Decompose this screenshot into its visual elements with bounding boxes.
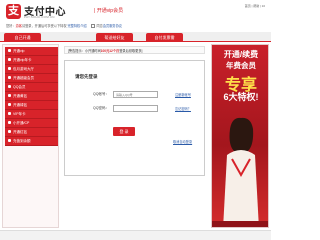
menu-dot-icon <box>8 121 11 124</box>
sidebar-item[interactable]: 开通红钻 <box>5 128 58 137</box>
menu-dot-icon <box>8 103 11 106</box>
sidebar-item-label: 开通绿钻 <box>13 103 27 107</box>
login-button[interactable]: 登 录 <box>113 127 135 136</box>
menu-dot-icon <box>8 58 11 61</box>
notice-text: [警告提示：小开通时间 <box>68 49 101 53</box>
slogan: | 开通vip会员 <box>94 8 124 14</box>
notice-bar: [警告提示：小开通时间100元12个月登录后领取更多] <box>64 46 205 54</box>
userbar-text: 请登录，开通后可享受以下特权 <box>21 24 67 28</box>
sidebar: 开通vip 开通vip年卡 包月游戏大厅 开通超级会员 QQ会员 开通黄钻 开通… <box>2 44 59 228</box>
promo-banner[interactable]: 开通/续费 年费会员 专享 6大特权! <box>211 44 269 228</box>
agreement-link[interactable]: 会员服务协议 <box>103 24 122 28</box>
cancel-auto-login-link[interactable]: 取消自动登录 <box>173 139 192 144</box>
sidebar-item[interactable]: 小开通/CP <box>5 119 58 128</box>
menu-dot-icon <box>8 112 11 115</box>
promo-line2: 年费会员 <box>226 61 256 70</box>
user-bar: 您好：游客请登录，开通后可享受以下特权 完整特权介绍 同意会员服务协议 <box>0 22 271 31</box>
menu-dot-icon <box>8 67 11 70</box>
top-nav: 自己开通 帮送给好友 自付发票需 <box>0 32 271 42</box>
menu-dot-icon <box>8 139 11 142</box>
privileges-link[interactable]: 完整特权介绍 <box>67 24 86 28</box>
login-title: 请您先登录 <box>75 74 98 79</box>
tab-gift[interactable]: 帮送给好友 <box>96 33 133 42</box>
promo-model-image <box>223 117 259 227</box>
notice-highlight: 100元12个月 <box>100 49 120 53</box>
sidebar-item[interactable]: 开通超级会员 <box>5 74 58 83</box>
menu-dot-icon <box>8 130 11 133</box>
sidebar-item-label: QQ会员 <box>13 85 26 89</box>
login-panel: 请您先登录 QQ帐号： 注册新帐号 QQ密码： 忘记密码？ 登 录 取消自动登录 <box>64 60 205 176</box>
sidebar-item[interactable]: 开通vip <box>5 47 58 56</box>
password-label: QQ密码： <box>93 106 109 110</box>
sidebar-item-label: 包月游戏大厅 <box>13 67 34 71</box>
account-label: QQ帐号： <box>93 92 109 96</box>
register-link[interactable]: 注册新帐号 <box>175 92 191 97</box>
greeting: 您好： <box>6 24 16 28</box>
agree-checkbox[interactable] <box>91 23 96 28</box>
sidebar-item[interactable]: QQ会员 <box>5 83 58 92</box>
main-content: [警告提示：小开通时间100元12个月登录后领取更多] 请您先登录 QQ帐号： … <box>62 44 207 228</box>
sidebar-item[interactable]: 充值到余额 <box>5 137 58 146</box>
sidebar-item[interactable]: 开通黄钻 <box>5 92 58 101</box>
promo-discount: 6大特权! <box>223 92 259 102</box>
sidebar-item-label: VIP年卡 <box>13 112 26 116</box>
menu-dot-icon <box>8 76 11 79</box>
tab-self[interactable]: 自己开通 <box>4 33 41 42</box>
promo-bottom-strip <box>212 221 268 227</box>
sidebar-item-label: 开通超级会员 <box>13 76 34 80</box>
top-links[interactable]: 首页 | 帮助 | 10 <box>245 4 265 8</box>
sidebar-item-label: 小开通/CP <box>13 121 30 125</box>
password-input[interactable] <box>113 105 158 112</box>
sidebar-item[interactable]: 包月游戏大厅 <box>5 65 58 74</box>
promo-line1: 开通/续费 <box>223 50 259 59</box>
account-input[interactable] <box>113 91 158 98</box>
tab-invoice[interactable]: 自付发票需 <box>146 33 183 42</box>
footer <box>0 230 271 240</box>
menu-dot-icon <box>8 49 11 52</box>
sidebar-item-label: 开通vip年卡 <box>13 58 32 62</box>
site-subtitle: PAY.SOHU.COM.CN <box>24 15 55 19</box>
sidebar-item-label: 开通红钻 <box>13 130 27 134</box>
wallet-logo-icon[interactable]: 支 <box>6 4 21 19</box>
forgot-password-link[interactable]: 忘记密码？ <box>175 106 191 111</box>
sidebar-item-label: 开通vip <box>13 49 25 53</box>
sidebar-item[interactable]: 开通vip年卡 <box>5 56 58 65</box>
menu-dot-icon <box>8 94 11 97</box>
sidebar-item[interactable]: VIP年卡 <box>5 110 58 119</box>
sidebar-item[interactable]: 开通绿钻 <box>5 101 58 110</box>
sidebar-item-label: 开通黄钻 <box>13 94 27 98</box>
menu-dot-icon <box>8 85 11 88</box>
notice-text-end: 登录后领取更多] <box>119 49 143 53</box>
sidebar-item-label: 充值到余额 <box>13 139 31 143</box>
